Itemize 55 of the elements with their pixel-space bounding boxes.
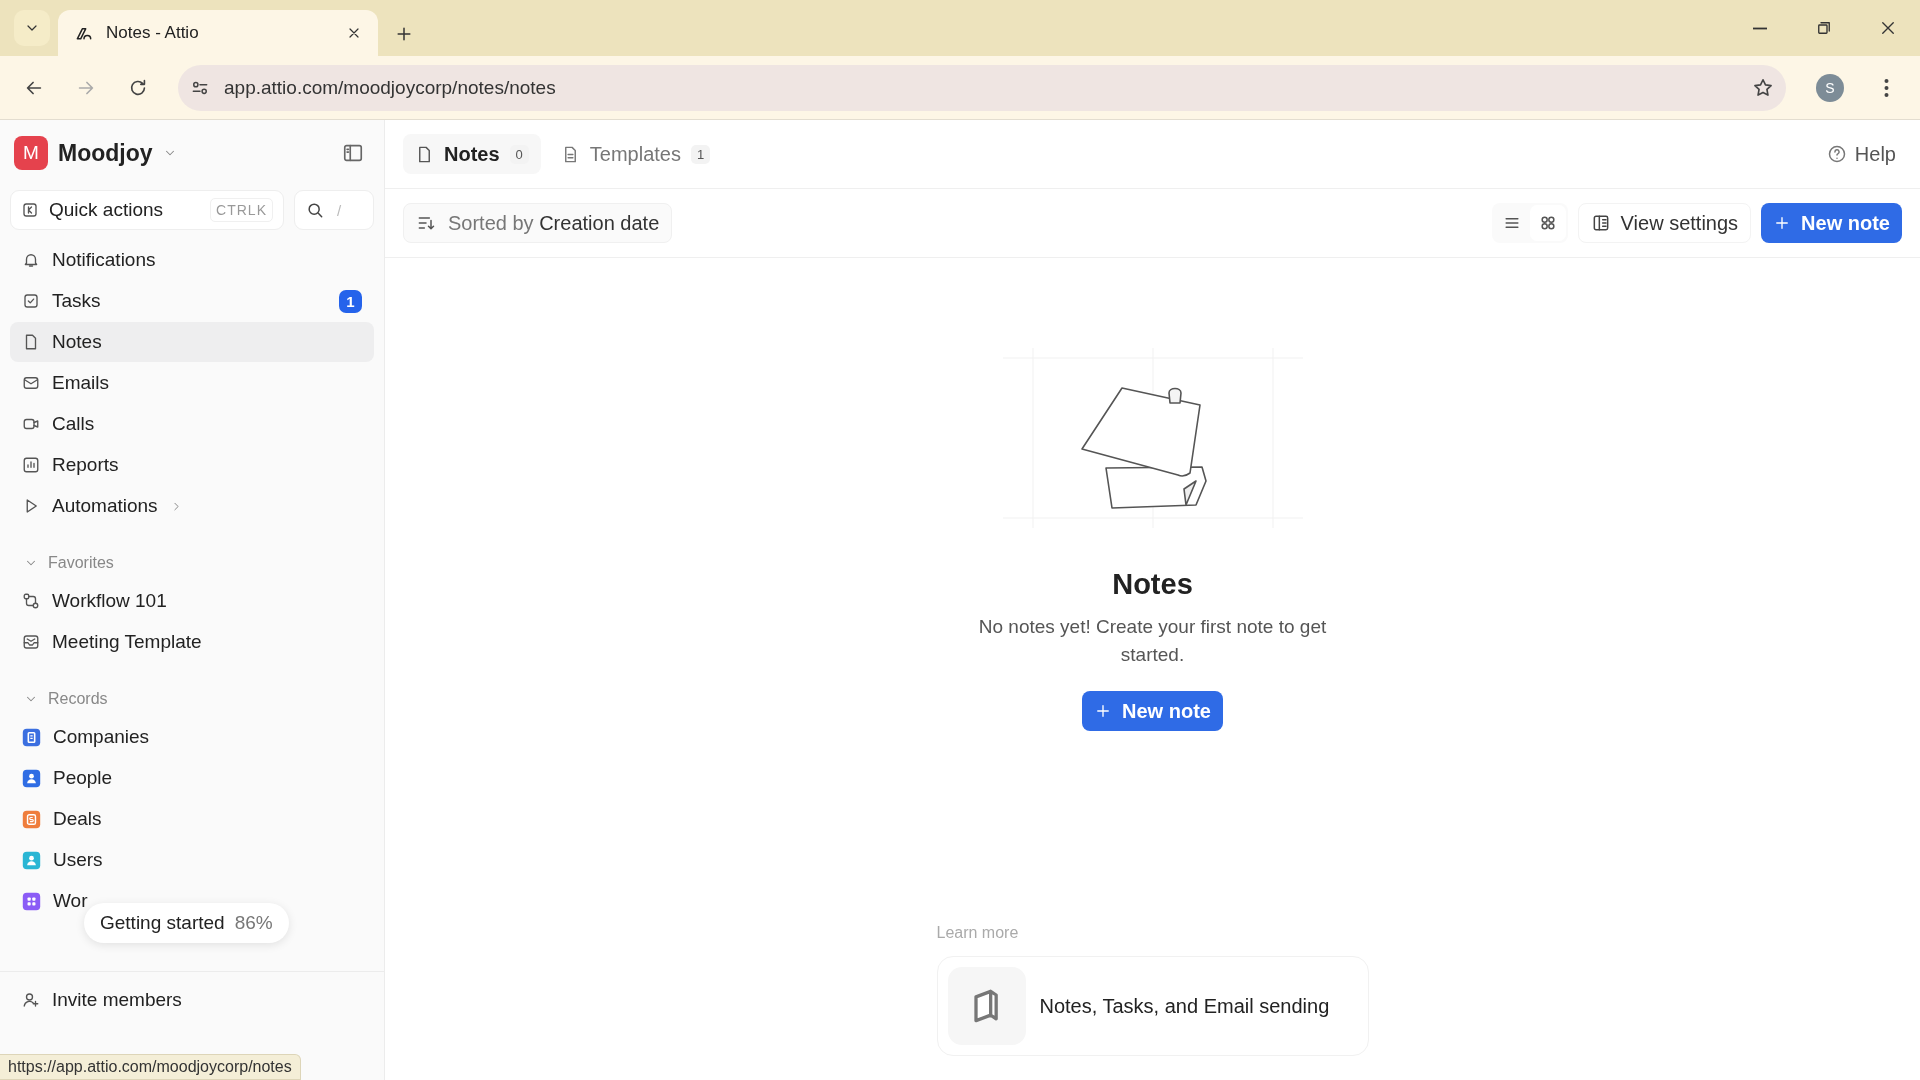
grid-view-button[interactable] — [1529, 205, 1566, 241]
inbox-icon — [22, 633, 40, 651]
view-settings-button[interactable]: View settings — [1577, 203, 1752, 243]
section-header[interactable]: Records — [10, 681, 374, 717]
nav-item[interactable]: Reports — [10, 445, 374, 485]
empty-state-title: Notes — [1112, 568, 1193, 601]
record-item[interactable]: Companies — [10, 717, 374, 757]
empty-state-description: No notes yet! Create your first note to get started. — [977, 615, 1328, 667]
url-text: app.attio.com/moodjoycorp/notes/notes — [224, 76, 557, 99]
add-person-icon — [22, 991, 40, 1009]
more-vertical-icon — [1883, 77, 1889, 98]
nav-item[interactable]: Notifications — [10, 240, 374, 280]
count-badge: 1 — [339, 289, 362, 313]
checkbox-icon — [22, 292, 40, 310]
workflow-icon — [22, 592, 40, 610]
mail-icon — [22, 374, 40, 392]
view-tab[interactable]: Notes 0 — [403, 134, 541, 174]
nav-item[interactable]: Tasks 1 — [10, 281, 374, 321]
close-icon — [1879, 19, 1897, 37]
help-button[interactable]: Help — [1820, 141, 1902, 167]
favorite-item[interactable]: Workflow 101 — [10, 581, 374, 621]
tab-search-button[interactable] — [14, 10, 50, 46]
new-note-button[interactable]: New note — [1761, 203, 1902, 243]
sort-button[interactable]: Sorted by Creation date — [403, 203, 673, 243]
learn-more-card[interactable]: Notes, Tasks, and Email sending — [936, 956, 1369, 1056]
nav-item[interactable]: Automations — [10, 486, 374, 526]
view-tab[interactable]: Templates 1 — [548, 134, 723, 174]
chart-icon — [22, 456, 40, 474]
nav-item[interactable]: Calls — [10, 404, 374, 444]
record-item[interactable]: Users — [10, 840, 374, 880]
workspace-name[interactable]: Moodjoy — [58, 139, 153, 167]
search-icon — [305, 200, 325, 220]
record-item[interactable]: Deals — [10, 799, 374, 839]
nav-item[interactable]: Emails — [10, 363, 374, 403]
new-note-button[interactable]: New note — [1082, 691, 1223, 731]
keyboard-key-icon — [21, 201, 39, 219]
status-url: https://app.attio.com/moodjoycorp/notes — [0, 1054, 301, 1080]
record-item[interactable]: People — [10, 758, 374, 798]
getting-started-tooltip[interactable]: Getting started 86% — [84, 903, 289, 943]
quick-actions-button[interactable]: Quick actions CTRLK — [10, 190, 284, 230]
help-icon — [1826, 144, 1847, 164]
star-icon — [1752, 76, 1774, 99]
sidebar-toggle-icon — [342, 142, 364, 164]
minimize-icon — [1752, 26, 1768, 30]
invite-members-button[interactable]: Invite members — [10, 980, 374, 1020]
count-badge: 0 — [509, 144, 529, 164]
nav-item[interactable]: Notes — [10, 322, 374, 362]
restore-icon — [1815, 19, 1833, 37]
workspace-avatar[interactable]: M — [14, 136, 48, 170]
count-badge: 1 — [690, 144, 711, 164]
bell-icon — [22, 251, 40, 269]
favorite-item[interactable]: Meeting Template — [10, 622, 374, 662]
section-label: Learn more — [936, 924, 1020, 942]
address-bar[interactable]: app.attio.com/moodjoycorp/notes/notes — [178, 64, 1786, 111]
browser-tab[interactable]: Notes - Attio — [58, 10, 378, 56]
